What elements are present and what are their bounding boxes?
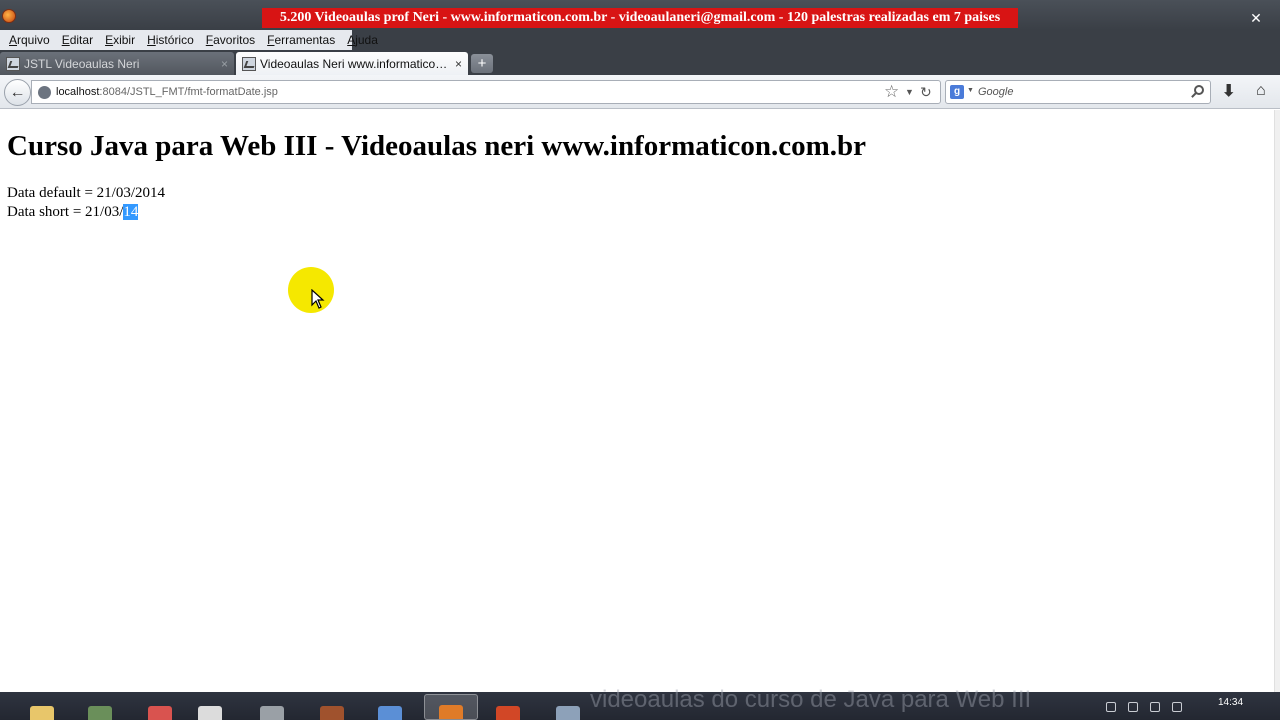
tab-close-icon[interactable]: ×	[221, 57, 228, 71]
taskbar-firefox-button[interactable]	[424, 694, 478, 720]
date-default-line: Data default = 21/03/2014	[7, 185, 166, 201]
tool-icon	[88, 706, 112, 720]
bookmark-star-icon[interactable]: ☆	[884, 82, 899, 102]
mouse-pointer-icon	[311, 289, 325, 309]
notepad-icon	[198, 706, 222, 720]
page-favicon-icon	[6, 56, 20, 71]
tray-flag-icon[interactable]	[1128, 702, 1138, 712]
date-short-line: Data short = 21/03/14	[7, 204, 139, 221]
taskbar-database-button[interactable]	[548, 694, 588, 720]
tab-close-icon[interactable]: ×	[455, 57, 462, 71]
powerpoint-icon	[496, 706, 520, 720]
tab-label: JSTL Videoaulas Neri	[24, 56, 140, 71]
firefox-app-icon[interactable]	[2, 9, 16, 23]
taskbar-notepad-button[interactable]	[190, 694, 230, 720]
download-icon[interactable]: ⬇	[1222, 82, 1235, 102]
search-input[interactable]	[978, 84, 1188, 100]
url-host: localhost	[56, 86, 100, 98]
menu-bar: Arquivo Editar Exibir Histórico Favorito…	[0, 30, 1280, 50]
database-icon	[556, 706, 580, 720]
menu-favoritos[interactable]: Favoritos	[203, 30, 258, 50]
url-text[interactable]: localhost:8084/JSTL_FMT/fmt-formatDate.j…	[56, 81, 278, 103]
taskbar-pen-button[interactable]	[252, 694, 292, 720]
taskbar-clock[interactable]: 14:34	[1218, 697, 1243, 708]
menu-historico[interactable]: Histórico	[144, 30, 197, 50]
home-icon[interactable]: ⌂	[1256, 81, 1266, 101]
tray-update-icon[interactable]	[1172, 702, 1182, 712]
menu-exibir[interactable]: Exibir	[102, 30, 138, 50]
video-watermark: videoaulas do curso de Java para Web III	[590, 686, 1032, 713]
pen-icon	[260, 706, 284, 720]
monitor-icon	[378, 706, 402, 720]
tab-strip: JSTL Videoaulas Neri × Videoaulas Neri w…	[0, 50, 1280, 75]
globe-icon[interactable]	[38, 86, 51, 99]
tab-videoaulas-neri[interactable]: Videoaulas Neri www.informaticon.c... ×	[236, 52, 468, 75]
menu-arquivo[interactable]: Arquivo	[6, 30, 53, 50]
taskbar-folder-button[interactable]	[22, 694, 62, 720]
search-icon[interactable]	[1194, 85, 1204, 95]
window-close-button[interactable]: ✕	[1246, 8, 1266, 28]
page-favicon-icon	[242, 56, 256, 71]
archive-icon	[320, 706, 344, 720]
new-tab-button[interactable]: +	[471, 54, 493, 73]
taskbar-chrome-button[interactable]	[140, 694, 180, 720]
menu-ajuda[interactable]: Ajuda	[344, 30, 381, 50]
tab-label: Videoaulas Neri www.informaticon.c...	[260, 56, 449, 71]
tab-jstl-videoaulas[interactable]: JSTL Videoaulas Neri ×	[0, 52, 234, 75]
taskbar-powerpoint-button[interactable]	[488, 694, 528, 720]
google-engine-icon[interactable]: g	[950, 85, 964, 99]
vertical-scrollbar[interactable]	[1274, 110, 1280, 692]
engine-dropdown-icon[interactable]: ▼	[967, 87, 974, 94]
selected-text: 14	[123, 204, 139, 220]
taskbar: videoaulas do curso de Java para Web III…	[0, 686, 1280, 720]
date-short-text: Data short = 21/03/	[7, 204, 124, 220]
page-content: Curso Java para Web III - Videoaulas ner…	[0, 110, 1274, 692]
menu-ferramentas[interactable]: Ferramentas	[264, 30, 338, 50]
search-bar[interactable]: g ▼	[945, 80, 1211, 104]
back-button[interactable]: ←	[4, 79, 31, 106]
chrome-icon	[148, 706, 172, 720]
window-title-banner: 5.200 Videoaulas prof Neri - www.informa…	[262, 8, 1018, 28]
folder-icon	[30, 706, 54, 720]
taskbar-monitor-button[interactable]	[370, 694, 410, 720]
reload-icon[interactable]: ↻	[920, 83, 932, 101]
firefox-icon	[439, 705, 463, 719]
window-titlebar: 5.200 Videoaulas prof Neri - www.informa…	[0, 0, 1280, 30]
menu-editar[interactable]: Editar	[59, 30, 96, 50]
url-bar[interactable]: localhost:8084/JSTL_FMT/fmt-formatDate.j…	[31, 80, 941, 104]
url-path: :8084/JSTL_FMT/fmt-formatDate.jsp	[99, 86, 278, 98]
history-dropdown-icon[interactable]: ▼	[905, 85, 914, 99]
taskbar-tool-button[interactable]	[80, 694, 120, 720]
taskbar-archive-button[interactable]	[312, 694, 352, 720]
page-title: Curso Java para Web III - Videoaulas ner…	[7, 130, 867, 162]
tray-network-icon[interactable]	[1106, 702, 1116, 712]
navigation-toolbar: localhost:8084/JSTL_FMT/fmt-formatDate.j…	[0, 75, 1280, 109]
tray-volume-icon[interactable]	[1150, 702, 1160, 712]
